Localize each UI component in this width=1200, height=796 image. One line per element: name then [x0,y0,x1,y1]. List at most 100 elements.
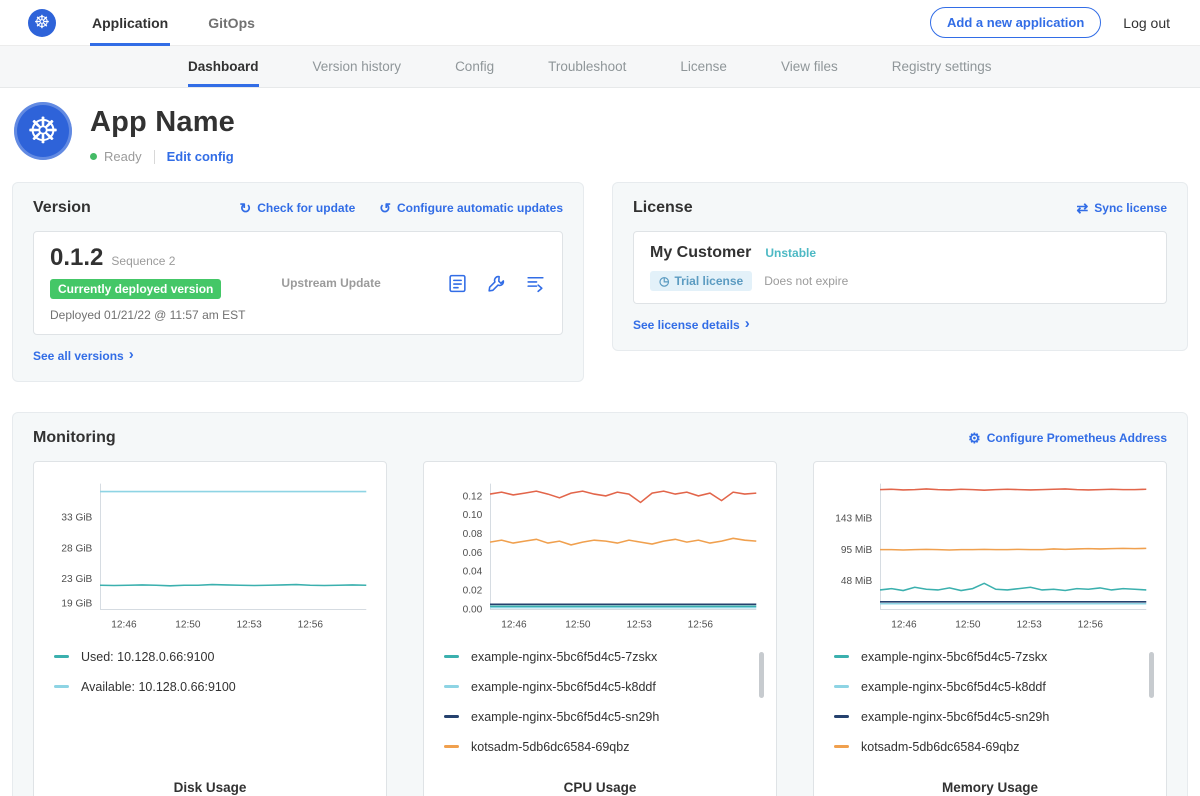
dashboard-main: Version ↻ Check for update ↺ Configure a… [0,182,1200,796]
svg-text:12:53: 12:53 [237,619,263,630]
trial-license-badge: ◷ Trial license [650,271,752,291]
check-for-update-link[interactable]: ↻ Check for update [240,201,356,215]
tab-gitops-label: GitOps [208,15,255,31]
legend-item: kotsadm-5db6dc6584-69qbz [834,740,1142,754]
disk-usage-legend: Used: 10.128.0.66:9100 Available: 10.128.… [46,650,374,710]
subnav-tab-registry-settings[interactable]: Registry settings [892,46,992,87]
topnav-tabs: Application GitOps [90,0,293,46]
subnav-tab-config[interactable]: Config [455,46,494,87]
configure-prometheus-link[interactable]: ⚙ Configure Prometheus Address [968,431,1167,445]
legend-label: example-nginx-5bc6f5d4c5-7zskx [471,650,657,664]
svg-text:0.08: 0.08 [463,528,483,539]
legend-label: example-nginx-5bc6f5d4c5-k8ddf [471,680,656,694]
svg-text:0.06: 0.06 [463,547,483,558]
configure-updates-label: Configure automatic updates [397,201,563,215]
svg-text:12:56: 12:56 [688,619,714,630]
see-all-versions-label: See all versions [33,349,124,363]
cpu-usage-chart: 0.120.100.080.060.040.020.0012:4612:5012… [436,474,764,636]
license-card-title: License [633,199,693,217]
chart-title: Disk Usage [46,770,374,795]
legend-item: Available: 10.128.0.66:9100 [54,680,362,694]
legend-color-mark [834,715,849,718]
legend-label: kotsadm-5db6dc6584-69qbz [471,740,629,754]
status-dot [90,153,97,160]
svg-text:23 GiB: 23 GiB [61,573,92,584]
trial-license-label: Trial license [674,274,743,288]
legend-item: example-nginx-5bc6f5d4c5-7zskx [834,650,1142,664]
currently-deployed-badge: Currently deployed version [50,279,221,299]
tab-gitops[interactable]: GitOps [206,0,257,46]
app-subnav: Dashboard Version history Config Trouble… [0,46,1200,88]
subnav-label: View files [781,59,838,74]
add-application-button[interactable]: Add a new application [930,7,1101,38]
version-sequence: Sequence 2 [111,254,175,268]
subnav-label: Dashboard [188,59,259,74]
memory-usage-legend: example-nginx-5bc6f5d4c5-7zskx example-ng… [826,650,1154,770]
subnav-label: Troubleshoot [548,59,626,74]
legend-color-mark [834,655,849,658]
subnav-tab-version-history[interactable]: Version history [313,46,402,87]
svg-text:12:56: 12:56 [298,619,324,630]
svg-text:12:50: 12:50 [955,619,981,630]
svg-text:12:46: 12:46 [891,619,917,630]
kubernetes-logo-icon[interactable]: ☸ [28,9,56,37]
gear-icon: ⚙ [968,431,981,445]
legend-item: example-nginx-5bc6f5d4c5-7zskx [444,650,752,664]
chevron-right-icon: › [129,347,134,362]
svg-text:95 MiB: 95 MiB [841,545,873,556]
tab-application[interactable]: Application [90,0,170,46]
svg-text:0.00: 0.00 [463,604,483,615]
disk-usage-chart: 33 GiB28 GiB23 GiB19 GiB12:4612:5012:531… [46,474,374,636]
app-logo-icon: ☸ [14,102,72,160]
auto-update-icon: ↺ [379,201,391,215]
version-number: 0.1.2 [50,244,103,272]
current-version-card: 0.1.2 Sequence 2 Currently deployed vers… [33,231,563,335]
top-navbar: ☸ Application GitOps Add a new applicati… [0,0,1200,46]
sync-license-label: Sync license [1094,201,1167,215]
legend-item: Used: 10.128.0.66:9100 [54,650,362,664]
legend-color-mark [834,745,849,748]
preflight-checks-icon[interactable] [486,273,507,294]
svg-text:12:53: 12:53 [627,619,653,630]
subnav-tab-troubleshoot[interactable]: Troubleshoot [548,46,626,87]
subnav-tab-dashboard[interactable]: Dashboard [188,46,259,87]
see-license-details-label: See license details [633,318,740,332]
release-notes-icon[interactable] [447,273,468,294]
configure-automatic-updates-link[interactable]: ↺ Configure automatic updates [379,201,563,215]
cpu-usage-legend: example-nginx-5bc6f5d4c5-7zskx example-ng… [436,650,764,770]
svg-text:12:50: 12:50 [565,619,591,630]
svg-text:0.12: 0.12 [463,491,483,502]
channel-label: Unstable [765,246,816,260]
disk-usage-chart-card: 33 GiB28 GiB23 GiB19 GiB12:4612:5012:531… [33,461,387,796]
legend-label: example-nginx-5bc6f5d4c5-sn29h [861,710,1049,724]
legend-label: kotsadm-5db6dc6584-69qbz [861,740,1019,754]
monitoring-card: Monitoring ⚙ Configure Prometheus Addres… [12,412,1188,796]
legend-color-mark [444,715,459,718]
license-expiry: Does not expire [764,274,848,288]
monitoring-title: Monitoring [33,429,116,447]
memory-usage-chart: 143 MiB95 MiB48 MiB12:4612:5012:5312:56 [826,474,1154,636]
subnav-tab-license[interactable]: License [680,46,727,87]
legend-color-mark [54,685,69,688]
edit-config-link[interactable]: Edit config [167,149,234,164]
subnav-label: Config [455,59,494,74]
svg-text:12:46: 12:46 [501,619,527,630]
see-license-details-link[interactable]: See license details › [633,317,750,332]
svg-text:0.02: 0.02 [463,585,483,596]
sync-license-link[interactable]: ⇄ Sync license [1077,201,1167,215]
chevron-right-icon: › [745,316,750,331]
legend-scrollbar[interactable] [1149,652,1154,698]
subnav-label: Version history [313,59,402,74]
app-title: App Name [90,106,235,139]
logout-link[interactable]: Log out [1123,15,1170,31]
svg-text:12:46: 12:46 [111,619,137,630]
legend-scrollbar[interactable] [759,652,764,698]
svg-text:19 GiB: 19 GiB [61,598,92,609]
legend-color-mark [444,685,459,688]
legend-color-mark [834,685,849,688]
deploy-logs-icon[interactable] [525,273,546,294]
version-card-title: Version [33,199,91,217]
subnav-tab-view-files[interactable]: View files [781,46,838,87]
see-all-versions-link[interactable]: See all versions › [33,348,134,363]
svg-text:0.10: 0.10 [463,510,483,521]
